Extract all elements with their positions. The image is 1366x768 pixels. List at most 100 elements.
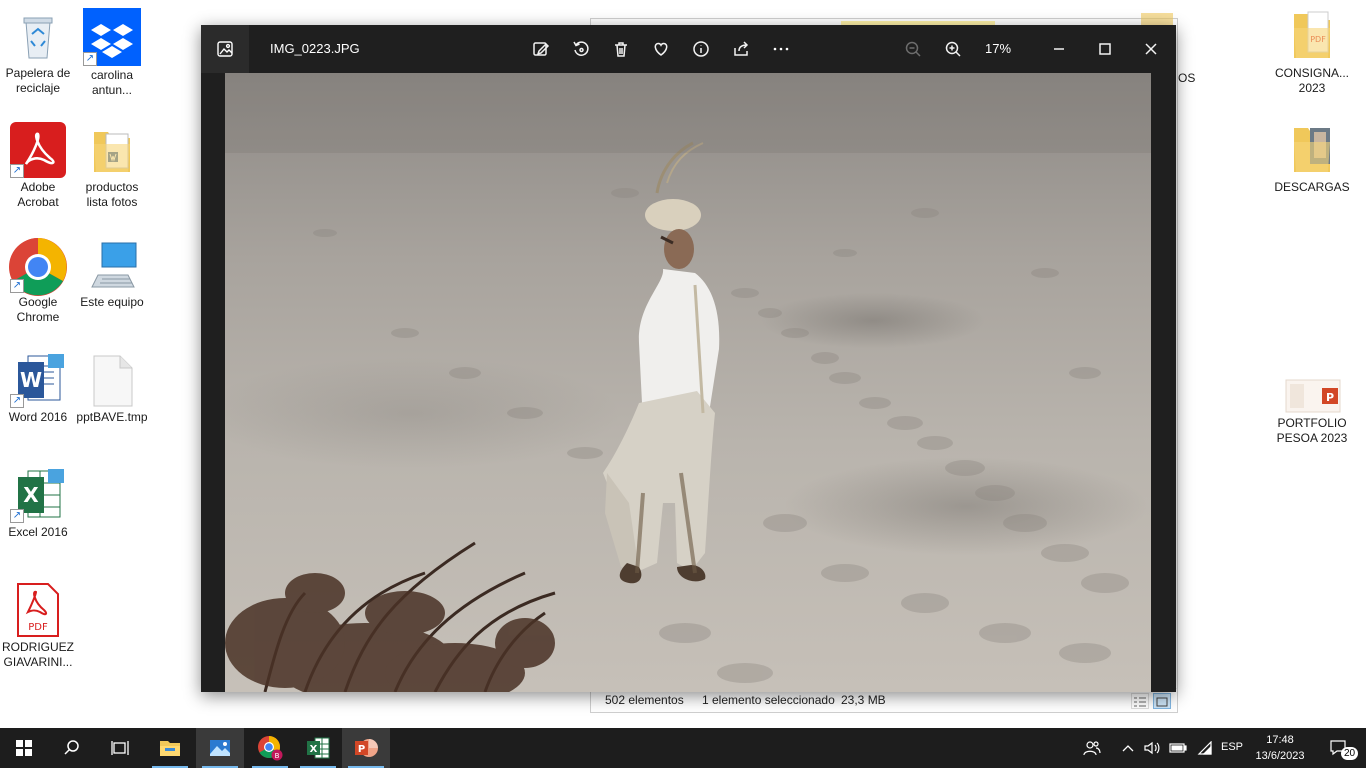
desktop-icon-label: Adobe Acrobat bbox=[17, 180, 59, 209]
info-button[interactable] bbox=[687, 35, 715, 63]
edit-icon bbox=[533, 42, 550, 56]
large-icons-view-button[interactable] bbox=[1153, 693, 1171, 709]
desktop-icon-label: DESCARGAS bbox=[1274, 180, 1350, 194]
desktop-icon-label: Papelera de reciclaje bbox=[5, 66, 71, 95]
desktop-icon-label: productos lista fotos bbox=[85, 180, 139, 209]
taskbar-excel[interactable]: X bbox=[294, 728, 342, 768]
taskbar-file-explorer[interactable] bbox=[146, 728, 194, 768]
desktop-icon-label: Excel 2016 bbox=[8, 525, 68, 539]
action-center-button[interactable]: 20 bbox=[1316, 728, 1364, 768]
acrobat-icon: ↗ bbox=[10, 122, 66, 178]
shortcut-arrow-icon: ↗ bbox=[10, 279, 24, 293]
desktop-icon-descargas[interactable]: DESCARGAS bbox=[1274, 122, 1350, 195]
clock[interactable]: 17:48 13/6/2023 bbox=[1252, 732, 1308, 764]
maximize-icon bbox=[1099, 43, 1111, 55]
favorite-button[interactable] bbox=[647, 35, 675, 63]
minimize-button[interactable] bbox=[1045, 35, 1073, 63]
search-icon bbox=[64, 740, 79, 755]
item-count: 502 elementos bbox=[605, 693, 684, 707]
desktop-icon-dropbox[interactable]: ↗ carolina antun... bbox=[74, 8, 150, 98]
recycle-bin-icon bbox=[10, 8, 66, 64]
close-button[interactable] bbox=[1137, 35, 1165, 63]
desktop-icon-label: CONSIGNA... 2023 bbox=[1274, 66, 1349, 95]
desktop-icon-productos[interactable]: productos lista fotos bbox=[74, 122, 150, 210]
desktop-icon-rodriguez-pdf[interactable]: PDF RODRIGUEZ GIAVARINI... bbox=[0, 582, 76, 670]
selected-size: 23,3 MB bbox=[841, 693, 886, 707]
desktop-icon-recycle-bin[interactable]: Papelera de reciclaje bbox=[0, 8, 76, 96]
photos-icon bbox=[210, 740, 230, 756]
desktop-icon-consigna[interactable]: PDF CONSIGNA... 2023 bbox=[1274, 8, 1350, 96]
taskbar-photos[interactable] bbox=[196, 728, 244, 768]
chrome-icon: B bbox=[258, 736, 283, 761]
people-button[interactable] bbox=[1070, 728, 1114, 768]
photo-scene-illustration bbox=[225, 73, 1151, 692]
desktop-icon-label: carolina antun... bbox=[90, 68, 134, 97]
zoom-in-button[interactable] bbox=[939, 35, 967, 63]
delete-button[interactable] bbox=[607, 35, 635, 63]
taskbar-chrome[interactable]: B bbox=[246, 728, 294, 768]
desktop-icon-excel[interactable]: X ↗ Excel 2016 bbox=[0, 467, 76, 540]
zoom-level[interactable]: 17% bbox=[985, 41, 1011, 56]
info-icon bbox=[693, 41, 709, 57]
photo-viewer-window[interactable]: IMG_0223.JPG 17% bbox=[201, 25, 1176, 692]
shortcut-arrow-icon: ↗ bbox=[10, 509, 24, 523]
edit-button[interactable] bbox=[527, 35, 555, 63]
selected-count: 1 elemento seleccionado bbox=[702, 693, 835, 707]
zoom-in-icon bbox=[945, 41, 961, 57]
svg-text:X: X bbox=[310, 744, 318, 755]
start-button[interactable] bbox=[0, 728, 48, 768]
svg-text:W: W bbox=[20, 368, 42, 392]
taskbar-powerpoint[interactable]: P bbox=[342, 728, 390, 768]
excel-icon: X bbox=[307, 737, 330, 759]
partial-folder-label: OS bbox=[1178, 71, 1196, 85]
desktop-icon-label: PORTFOLIO PESOA 2023 bbox=[1276, 416, 1348, 445]
excel-icon: X ↗ bbox=[10, 467, 66, 523]
wifi-icon bbox=[1197, 741, 1212, 755]
viewer-title-bar[interactable]: IMG_0223.JPG 17% bbox=[201, 25, 1176, 73]
shortcut-arrow-icon: ↗ bbox=[83, 52, 97, 66]
photo-collection-icon bbox=[217, 41, 233, 57]
zoom-out-icon bbox=[905, 41, 921, 57]
maximize-button[interactable] bbox=[1091, 35, 1119, 63]
desktop-icon-portfolio[interactable]: P PORTFOLIO PESOA 2023 bbox=[1274, 378, 1350, 446]
desktop-icon-pptbave[interactable]: pptBAVE.tmp bbox=[74, 352, 150, 425]
more-icon bbox=[773, 47, 789, 51]
task-view-button[interactable] bbox=[96, 728, 144, 768]
delete-icon bbox=[615, 42, 627, 57]
dropbox-icon: ↗ bbox=[83, 8, 141, 66]
file-name: IMG_0223.JPG bbox=[270, 41, 360, 56]
desktop-icon-acrobat[interactable]: ↗ Adobe Acrobat bbox=[0, 122, 76, 210]
word-icon: W ↗ bbox=[10, 352, 66, 408]
zoom-out-button[interactable] bbox=[899, 35, 927, 63]
rotate-icon bbox=[573, 41, 589, 56]
shortcut-arrow-icon: ↗ bbox=[10, 164, 24, 178]
taskbar: B X P ESP 17:48 13/6/2023 20 bbox=[0, 728, 1366, 768]
rotate-button[interactable] bbox=[567, 35, 595, 63]
volume-icon bbox=[1144, 741, 1160, 755]
folder-icon bbox=[84, 122, 140, 178]
search-button[interactable] bbox=[48, 728, 96, 768]
file-explorer-icon bbox=[160, 741, 180, 756]
powerpoint-icon: P bbox=[355, 739, 378, 757]
clock-date: 13/6/2023 bbox=[1255, 750, 1305, 762]
desktop-icon-este-equipo[interactable]: Este equipo bbox=[74, 237, 150, 310]
battery-button[interactable] bbox=[1166, 728, 1190, 768]
network-button[interactable] bbox=[1192, 728, 1216, 768]
clock-time: 17:48 bbox=[1266, 734, 1294, 746]
more-button[interactable] bbox=[767, 35, 795, 63]
see-all-photos-button[interactable] bbox=[201, 25, 249, 73]
desktop-icon-word[interactable]: W ↗ Word 2016 bbox=[0, 352, 76, 425]
battery-icon bbox=[1169, 743, 1187, 753]
details-view-button[interactable] bbox=[1131, 693, 1149, 709]
photo-image[interactable] bbox=[225, 73, 1151, 692]
volume-button[interactable] bbox=[1140, 728, 1164, 768]
pdf-icon: PDF bbox=[10, 582, 66, 638]
input-language[interactable]: ESP bbox=[1221, 741, 1243, 753]
share-button[interactable] bbox=[727, 35, 755, 63]
show-hidden-icons-button[interactable] bbox=[1118, 728, 1138, 768]
minimize-icon bbox=[1054, 48, 1064, 50]
desktop-icon-chrome[interactable]: ↗ Google Chrome bbox=[0, 237, 76, 325]
task-view-icon bbox=[111, 741, 129, 755]
favorite-icon bbox=[654, 42, 668, 56]
svg-text:PDF: PDF bbox=[28, 622, 48, 633]
